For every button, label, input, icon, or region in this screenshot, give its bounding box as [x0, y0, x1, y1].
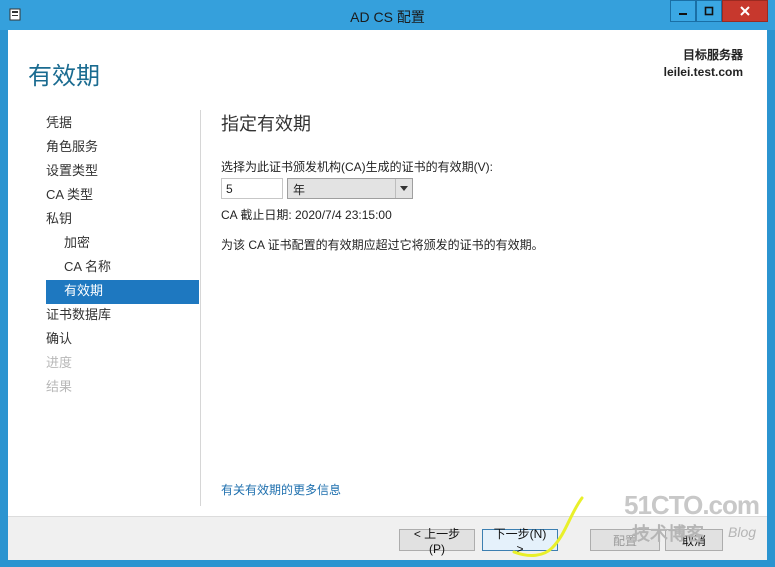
- nav-item-confirmation[interactable]: 确认: [46, 328, 199, 352]
- nav-item-setup-type[interactable]: 设置类型: [46, 160, 199, 184]
- title-bar[interactable]: AD CS 配置: [0, 0, 775, 30]
- close-button[interactable]: [722, 0, 768, 22]
- annotation-stroke: [512, 496, 584, 557]
- section-title: 指定有效期: [221, 114, 311, 134]
- page-title: 有效期: [28, 63, 100, 90]
- nav-item-progress: 进度: [46, 355, 73, 370]
- validity-note: 为该 CA 证书配置的有效期应超过它将颁发的证书的有效期。: [221, 238, 544, 252]
- wizard-footer: < 上一步(P) 下一步(N) > 配置 取消: [8, 516, 767, 560]
- nav-item-credentials[interactable]: 凭据: [46, 112, 199, 136]
- nav-divider: [200, 110, 201, 506]
- nav-item-role-services[interactable]: 角色服务: [46, 136, 199, 160]
- window: AD CS 配置 有效期 目标服务器 leilei.test.com 凭据 角色…: [0, 0, 775, 567]
- maximize-icon: [704, 6, 714, 16]
- nav-item-ca-type[interactable]: CA 类型: [46, 184, 199, 208]
- nav-item-cryptography[interactable]: 加密: [46, 232, 199, 256]
- minimize-icon: [679, 13, 687, 15]
- nav-item-private-key[interactable]: 私钥: [46, 208, 199, 232]
- validity-unit-value: 年: [293, 183, 306, 197]
- configure-button: 配置: [590, 529, 660, 551]
- main-panel: 指定有效期 选择为此证书颁发机构(CA)生成的证书的有效期(V): 年 CA 截…: [221, 110, 741, 252]
- target-server-name: leilei.test.com: [663, 65, 743, 79]
- wizard-nav: 凭据 角色服务 设置类型 CA 类型 私钥 加密 CA 名称 有效期 证书数据库…: [46, 112, 199, 400]
- validity-period-input[interactable]: [221, 178, 283, 199]
- previous-button[interactable]: < 上一步(P): [399, 527, 475, 556]
- validity-prompt-label: 选择为此证书颁发机构(CA)生成的证书的有效期(V):: [221, 160, 493, 174]
- minimize-button[interactable]: [670, 0, 696, 22]
- nav-item-certificate-database[interactable]: 证书数据库: [46, 304, 199, 328]
- ca-expiry-date: CA 截止日期: 2020/7/4 23:15:00: [221, 208, 392, 222]
- chevron-down-icon[interactable]: [395, 179, 412, 198]
- nav-item-validity-period[interactable]: 有效期: [46, 280, 199, 304]
- wizard-client-area: 有效期 目标服务器 leilei.test.com 凭据 角色服务 设置类型 C…: [8, 30, 767, 560]
- cancel-button[interactable]: 取消: [665, 529, 723, 551]
- validity-unit-select[interactable]: 年: [287, 178, 413, 199]
- window-title: AD CS 配置: [350, 9, 425, 25]
- close-icon: [740, 6, 750, 16]
- target-server-label: 目标服务器: [682, 48, 743, 62]
- more-info-link[interactable]: 有关有效期的更多信息: [221, 481, 341, 498]
- nav-item-ca-name[interactable]: CA 名称: [46, 256, 199, 280]
- maximize-button[interactable]: [696, 0, 722, 22]
- nav-item-results: 结果: [46, 379, 73, 394]
